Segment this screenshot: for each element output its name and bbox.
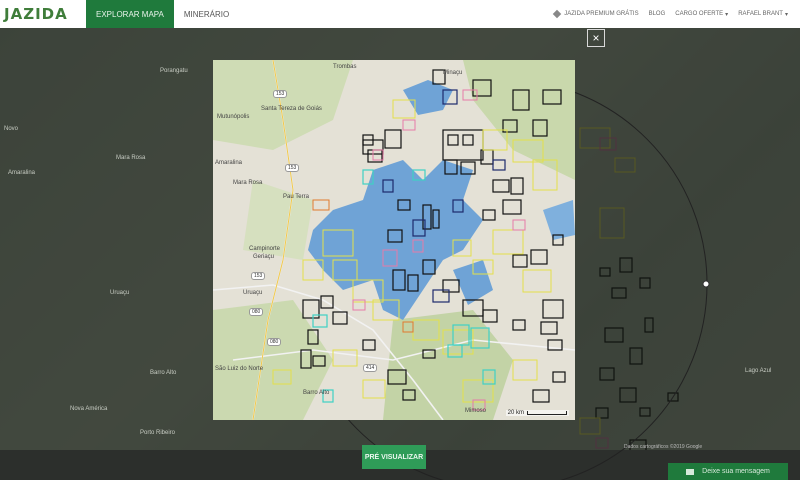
road-badge: 080 (249, 308, 264, 316)
navbar-right: JAZIDA PREMIUM GRÁTIS BLOG CARGO OFERTE … (552, 9, 800, 19)
preview-map-graphic (213, 60, 575, 420)
map-label-sao-luiz: São Luiz do Norte (215, 366, 264, 372)
bg-label-mara-rosa: Mara Rosa (116, 155, 146, 161)
map-label-uruacu: Uruaçu (243, 290, 263, 296)
blog-link[interactable]: BLOG (649, 11, 666, 17)
preview-button[interactable]: PRÉ VISUALIZAR (362, 445, 426, 469)
map-attribution: Dados cartográficos ©2019 Google (624, 444, 703, 450)
tab-minerario[interactable]: MINERÁRIO (174, 0, 239, 28)
bg-label-novo: Novo (4, 126, 19, 132)
map-label-mutunopolis: Mutunópolis (217, 114, 250, 120)
chat-icon (686, 468, 695, 475)
top-navbar: JAZIDA EXPLORAR MAPA MINERÁRIO JAZIDA PR… (0, 0, 800, 28)
map-label-mimoso: Mimoso (465, 408, 487, 414)
close-icon: × (592, 31, 600, 45)
bg-label-amaralina: Amaralina (8, 170, 36, 176)
map-label-barro-alto: Barro Alto (303, 390, 330, 396)
close-button[interactable]: × (587, 29, 605, 47)
user-menu[interactable]: RAFAEL BRANT ▾ (738, 11, 788, 18)
scale-label: 20 km (507, 410, 524, 416)
cards-label: CARGO OFERTE (675, 11, 724, 17)
app: Novo Mara Rosa Amaralina Porangatu Uruaç… (0, 0, 800, 480)
road-badge: 153 (251, 272, 266, 280)
map-label-amaralina: Amaralina (215, 160, 243, 166)
road-badge: 153 (273, 90, 288, 98)
bg-label-lago-azul: Lago Azul (745, 368, 772, 374)
jazida-logo[interactable]: JAZIDA (0, 5, 86, 23)
chat-label: Deixe sua mensagem (702, 468, 770, 475)
map-label-pau-terra: Pau Terra (283, 194, 309, 200)
map-label-campinorte: Campinorte (249, 246, 281, 252)
scale-bar (527, 411, 567, 415)
road-badge: 080 (267, 338, 282, 346)
map-scale: 20 km (505, 410, 569, 416)
map-label-mara-rosa: Mara Rosa (233, 180, 263, 186)
bg-label-uruacu: Uruaçu (110, 290, 130, 296)
road-badge: 153 (285, 164, 300, 172)
road-badge: 414 (363, 364, 378, 372)
bg-label-barro-alto: Barro Alto (150, 370, 177, 376)
map-label-trombas: Trombas (333, 64, 357, 70)
user-label: RAFAEL BRANT (738, 11, 783, 17)
premium-link[interactable]: JAZIDA PREMIUM GRÁTIS (552, 9, 639, 19)
preview-map[interactable]: Trombas Minaçu Santa Tereza de Goiás Mut… (213, 60, 575, 420)
diamond-icon (552, 9, 562, 19)
chevron-down-icon: ▾ (784, 11, 788, 18)
bg-label-porto-ribeiro: Porto Ribeiro (140, 430, 176, 436)
premium-label: JAZIDA PREMIUM GRÁTIS (564, 11, 639, 17)
map-label-santa-tereza: Santa Tereza de Goiás (261, 106, 322, 112)
map-label-minacu: Minaçu (443, 70, 463, 76)
bg-label-nova-america: Nova América (70, 406, 108, 412)
tab-explorar-mapa[interactable]: EXPLORAR MAPA (86, 0, 174, 28)
chat-button[interactable]: Deixe sua mensagem (668, 463, 788, 480)
chevron-down-icon: ▾ (725, 11, 729, 18)
cards-menu[interactable]: CARGO OFERTE ▾ (675, 11, 728, 18)
map-label-geriacu: Geriaçu (253, 254, 275, 260)
bg-label-porangatu: Porangatu (160, 68, 188, 74)
